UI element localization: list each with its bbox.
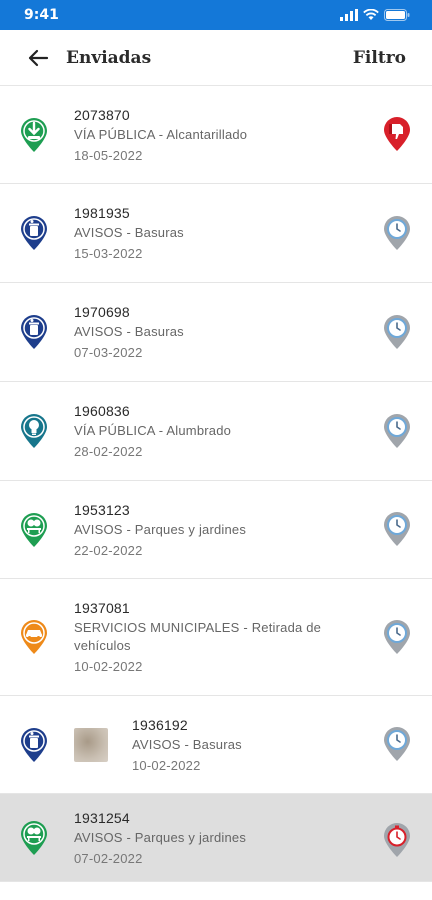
status-time: 9:41 [24, 7, 59, 23]
report-date: 18-05-2022 [74, 147, 143, 163]
lightbulb-icon [21, 414, 47, 448]
report-date: 15-03-2022 [74, 246, 143, 261]
clock-icon [384, 620, 410, 654]
list-item[interactable]: 1970698 AVISOS - Basuras 07-03-2022 [0, 283, 432, 382]
system-icons [340, 9, 410, 21]
report-date: 10-02-2022 [74, 659, 143, 674]
report-date: 07-02-2022 [74, 850, 143, 866]
clock-icon [384, 512, 410, 546]
stopwatch-icon [384, 823, 410, 857]
battery-icon [384, 9, 410, 21]
thumbs-down-icon [384, 117, 410, 151]
list-item[interactable]: 1960836 VÍA PÚBLICA - Alumbrado 28-02-20… [0, 382, 432, 481]
status-bar: 9:41 [0, 0, 432, 30]
app-bar: Enviadas Filtro [0, 30, 432, 86]
report-category: VÍA PÚBLICA - Alumbrado [74, 423, 232, 438]
list-item[interactable]: 1936192 AVISOS - Basuras 10-02-2022 [0, 696, 432, 794]
report-date: 07-03-2022 [74, 345, 143, 360]
report-date: 28-02-2022 [74, 444, 143, 459]
report-number: 1953123 [74, 501, 130, 518]
list-item[interactable]: 1981935 AVISOS - Basuras 15-03-2022 [0, 184, 432, 283]
filter-button[interactable]: Filtro [353, 48, 406, 68]
list-item[interactable]: 1937081 SERVICIOS MUNICIPALES - Retirada… [0, 579, 432, 696]
report-category: AVISOS - Parques y jardines [74, 829, 247, 845]
report-list: 2073870 VÍA PÚBLICA - Alcantarillado 18-… [0, 86, 432, 882]
report-category: AVISOS - Basuras [132, 736, 242, 752]
park-icon [21, 820, 47, 855]
list-item[interactable]: 2073870 VÍA PÚBLICA - Alcantarillado 18-… [0, 86, 432, 184]
report-category: VÍA PÚBLICA - Alcantarillado [74, 126, 248, 142]
clock-icon [384, 414, 410, 448]
clock-icon [384, 727, 410, 761]
report-category: SERVICIOS MUNICIPALES - Retirada de vehí… [74, 620, 322, 653]
list-item[interactable]: 1931254 AVISOS - Parques y jardines 07-0… [0, 794, 432, 882]
report-number: 1981935 [74, 205, 130, 221]
photo-thumbnail[interactable] [74, 727, 108, 762]
report-number: 1937081 [74, 600, 130, 616]
report-number: 2073870 [74, 106, 130, 123]
report-category: AVISOS - Basuras [74, 225, 184, 240]
trash-icon [21, 315, 47, 349]
sewer-icon [21, 117, 47, 152]
clock-icon [384, 315, 410, 349]
wifi-icon [363, 9, 379, 20]
report-date: 10-02-2022 [132, 757, 201, 773]
park-icon [21, 512, 47, 547]
report-number: 1931254 [74, 809, 130, 826]
report-number: 1936192 [132, 716, 188, 733]
report-category: AVISOS - Basuras [74, 324, 184, 339]
trash-icon [21, 727, 47, 762]
list-item[interactable]: 1953123 AVISOS - Parques y jardines 22-0… [0, 481, 432, 579]
car-icon [21, 620, 47, 654]
page-title: Enviadas [66, 47, 152, 68]
trash-icon [21, 216, 47, 250]
report-date: 22-02-2022 [74, 542, 143, 558]
report-number: 1960836 [74, 403, 130, 419]
clock-icon [384, 216, 410, 250]
report-number: 1970698 [74, 304, 130, 320]
back-arrow-icon[interactable] [26, 46, 50, 70]
report-category: AVISOS - Parques y jardines [74, 521, 247, 537]
signal-icon [340, 9, 358, 21]
